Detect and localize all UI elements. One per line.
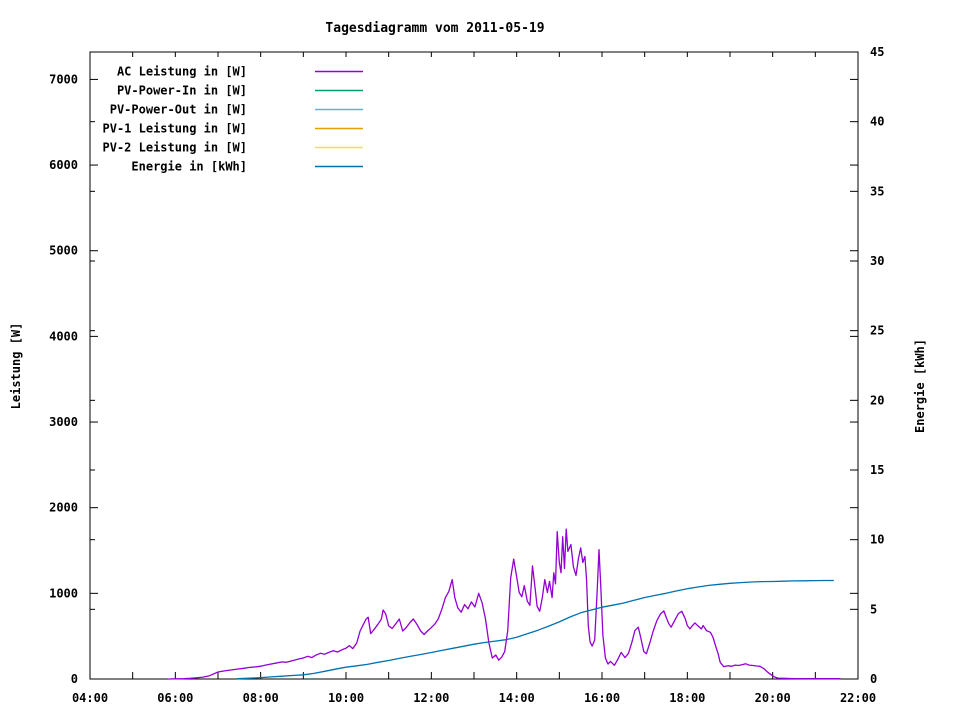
x-tick-label: 10:00 — [328, 691, 364, 705]
y-left-axis-title: Leistung [W] — [9, 323, 23, 410]
x-tick-label: 12:00 — [413, 691, 449, 705]
legend-label-0: AC Leistung in [W] — [117, 65, 247, 79]
y-left-tick-label: 7000 — [49, 72, 78, 86]
x-tick-label: 16:00 — [584, 691, 620, 705]
legend-label-4: PV-2 Leistung in [W] — [103, 141, 248, 155]
x-tick-label: 22:00 — [840, 691, 876, 705]
x-tick-label: 14:00 — [499, 691, 535, 705]
series-layer — [168, 528, 841, 680]
y-right-tick-label: 0 — [870, 672, 877, 686]
y-right-tick-label: 40 — [870, 115, 884, 129]
y-left-tick-label: 4000 — [49, 329, 78, 343]
legend-label-3: PV-1 Leistung in [W] — [103, 122, 248, 136]
y-right-tick-label: 20 — [870, 393, 884, 407]
x-tick-label: 04:00 — [72, 691, 108, 705]
x-tick-label: 18:00 — [669, 691, 705, 705]
legend-label-1: PV-Power-In in [W] — [117, 84, 247, 98]
y-right-tick-label: 10 — [870, 533, 884, 547]
y-left-tick-label: 5000 — [49, 244, 78, 258]
y-left-tick-label: 3000 — [49, 415, 78, 429]
y-left-tick-label: 2000 — [49, 501, 78, 515]
x-tick-label: 08:00 — [243, 691, 279, 705]
x-tick-label: 06:00 — [157, 691, 193, 705]
series-line-0 — [168, 528, 841, 680]
y-right-tick-label: 5 — [870, 602, 877, 616]
y-right-tick-label: 15 — [870, 463, 884, 477]
y-left-tick-label: 1000 — [49, 586, 78, 600]
y-right-tick-label: 35 — [870, 184, 884, 198]
y-right-tick-label: 45 — [870, 45, 884, 59]
chart-canvas: Tagesdiagramm vom 2011-05-19 Leistung [W… — [9, 21, 927, 705]
legend-label-2: PV-Power-Out in [W] — [110, 103, 247, 117]
y-right-tick-label: 25 — [870, 324, 884, 338]
legend: AC Leistung in [W] PV-Power-In in [W] PV-P… — [103, 65, 363, 174]
y-left-tick-label: 0 — [71, 672, 78, 686]
chart-title: Tagesdiagramm vom 2011-05-19 — [325, 21, 544, 36]
legend-label-5: Energie in [kWh] — [131, 160, 247, 174]
y-right-tick-label: 30 — [870, 254, 884, 268]
y-right-axis-title: Energie [kWh] — [913, 339, 927, 433]
day-diagram-chart: Tagesdiagramm vom 2011-05-19 Leistung [W… — [0, 0, 960, 720]
x-tick-label: 20:00 — [755, 691, 791, 705]
y-left-tick-label: 6000 — [49, 158, 78, 172]
